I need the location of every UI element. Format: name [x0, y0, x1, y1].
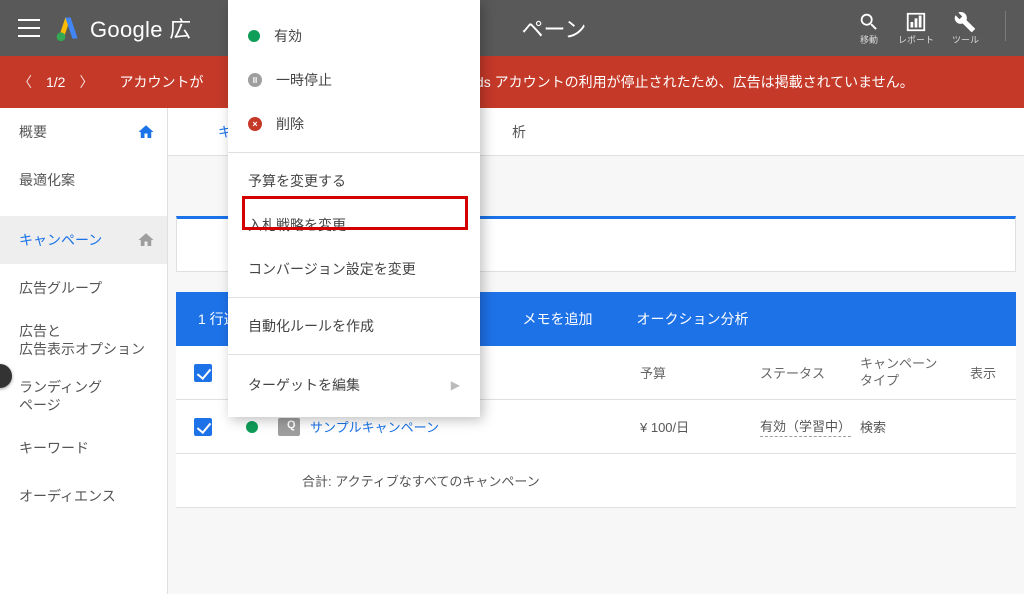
top-divider [1005, 11, 1006, 41]
cell-budget: ¥ 100/日 [640, 417, 760, 436]
nav-search-label: 移動 [860, 33, 878, 46]
sidebar-item-label: ランディング ページ [19, 378, 102, 414]
nav-report-label: レポート [898, 33, 934, 46]
chevron-right-icon: ▶ [451, 378, 460, 392]
sidebar-item-ads[interactable]: 広告と 広告表示オプション [0, 312, 167, 368]
menu-label: 一時停止 [276, 70, 332, 90]
sidebar-item-label: キャンペーン [19, 230, 102, 250]
cell-type: 検索 [860, 417, 970, 436]
row-checkbox[interactable] [194, 418, 212, 436]
sidebar-item-label: 概要 [19, 122, 47, 142]
sidebar-item-audiences[interactable]: オーディエンス [0, 472, 167, 520]
nav-search-button[interactable]: 移動 [858, 11, 880, 46]
tab-fragment-right[interactable]: 析 [512, 122, 526, 142]
home-icon [137, 123, 155, 141]
sidebar-item-label: 最適化案 [19, 170, 75, 190]
col-header-disp[interactable]: 表示 [970, 363, 1016, 382]
nav-tools-button[interactable]: ツール [952, 11, 979, 46]
ads-logo-icon [54, 14, 82, 42]
menu-item-change-bid[interactable]: 入札戦略を変更 [228, 203, 480, 247]
sidebar-item-label: 広告と 広告表示オプション [19, 322, 145, 358]
alert-text-right: rds アカウントの利用が停止されたため、広告は掲載されていません。 [471, 74, 914, 90]
top-bar: Google 広 ペーン 移動 レポート ツール [0, 0, 1024, 56]
sidebar-item-overview[interactable]: 概要 [0, 108, 167, 156]
sidebar-item-label: オーディエンス [19, 486, 116, 506]
nav-report-button[interactable]: レポート [898, 11, 934, 46]
nav-tools-label: ツール [952, 33, 979, 46]
menu-item-pause[interactable]: II 一時停止 [228, 58, 480, 102]
chevron-right-icon: 〉 [0, 368, 6, 385]
alert-text-left: アカウントが [119, 74, 203, 90]
paused-icon: II [248, 73, 262, 87]
select-all-checkbox[interactable] [194, 364, 212, 382]
menu-item-change-budget[interactable]: 予算を変更する [228, 159, 480, 203]
remove-icon: × [248, 117, 262, 131]
brand-text-left: Google 広 [90, 12, 191, 44]
sidebar-item-landing[interactable]: ランディング ページ [0, 368, 167, 424]
tools-icon [954, 11, 976, 33]
auction-insights-button[interactable]: オークション分析 [615, 292, 771, 346]
col-header-budget[interactable]: 予算 [640, 363, 760, 382]
sidebar-item-keywords[interactable]: キーワード [0, 424, 167, 472]
sidebar-item-adgroups[interactable]: 広告グループ [0, 264, 167, 312]
report-icon [905, 11, 927, 33]
menu-label: 削除 [276, 114, 304, 134]
sidebar-item-campaigns[interactable]: キャンペーン [0, 216, 167, 264]
menu-item-create-autorule[interactable]: 自動化ルールを作成 [228, 304, 480, 348]
sidebar: 概要 最適化案 キャンペーン 広告グループ 広告と 広告表示オプション ランディ… [0, 108, 168, 594]
menu-label: 有効 [274, 26, 302, 46]
add-memo-button[interactable]: メモを追加 [501, 292, 615, 346]
hamburger-icon[interactable] [18, 19, 40, 37]
sidebar-item-recommendations[interactable]: 最適化案 [0, 156, 167, 204]
menu-label: ターゲットを編集 [248, 375, 360, 395]
home-icon [137, 231, 155, 249]
summary-label: 合計: アクティブなすべてのキャンペーン [274, 471, 640, 490]
alert-next-button[interactable]: 〉 [79, 72, 93, 92]
table-summary-row: 合計: アクティブなすべてのキャンペーン [176, 454, 1016, 508]
alert-prev-button[interactable]: 〈 [18, 72, 32, 92]
status-dot-enabled[interactable] [246, 421, 258, 433]
col-header-type[interactable]: キャンペーン タイプ [860, 356, 970, 390]
cell-status[interactable]: 有効（学習中） [760, 416, 851, 437]
col-header-status[interactable]: ステータス [760, 363, 860, 382]
edit-popup-menu: 有効 II 一時停止 × 削除 予算を変更する 入札戦略を変更 コンバージョン設… [228, 0, 480, 417]
sidebar-item-label: 広告グループ [19, 278, 102, 298]
menu-item-edit-target[interactable]: ターゲットを編集 ▶ [228, 361, 480, 409]
menu-item-enable[interactable]: 有効 [228, 14, 480, 58]
campaign-name-link[interactable]: サンプルキャンペーン [310, 417, 439, 436]
search-icon [858, 11, 880, 33]
campaign-type-icon [278, 418, 300, 436]
menu-item-remove[interactable]: × 削除 [228, 102, 480, 146]
alert-bar: 〈 1/2 〉 アカウントが rds アカウントの利用が停止されたため、広告は掲… [0, 56, 1024, 108]
menu-item-change-conversion[interactable]: コンバージョン設定を変更 [228, 247, 480, 291]
brand-text-tail: ペーン [521, 12, 586, 44]
enabled-dot-icon [248, 30, 260, 42]
alert-counter: 1/2 [46, 74, 65, 90]
sidebar-item-label: キーワード [19, 438, 89, 458]
